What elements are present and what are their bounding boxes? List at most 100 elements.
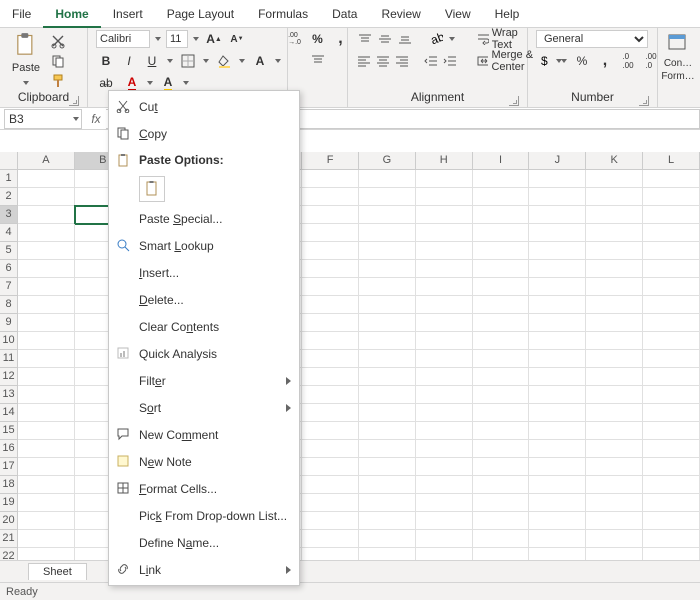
cell-I7[interactable] — [473, 278, 530, 296]
align-middle-btn[interactable] — [376, 30, 393, 48]
insert-function-button[interactable]: fx — [86, 112, 106, 126]
cell-L2[interactable] — [643, 188, 700, 206]
cell-F17[interactable] — [302, 458, 359, 476]
underline-button[interactable]: U — [142, 52, 162, 70]
cell-G5[interactable] — [359, 242, 416, 260]
cell-I17[interactable] — [473, 458, 530, 476]
cell-F5[interactable] — [302, 242, 359, 260]
accounting-format-button[interactable]: .00→.0 — [285, 30, 305, 48]
tab-page-layout[interactable]: Page Layout — [155, 0, 246, 28]
cell-G11[interactable] — [359, 350, 416, 368]
cell-K12[interactable] — [586, 368, 643, 386]
align-center-btn[interactable] — [375, 52, 391, 70]
row-header-19[interactable]: 19 — [0, 494, 18, 512]
cell-J21[interactable] — [529, 530, 586, 548]
name-box[interactable]: B3 — [4, 109, 82, 129]
cell-H1[interactable] — [416, 170, 473, 188]
cell-F14[interactable] — [302, 404, 359, 422]
increase-indent-btn[interactable] — [442, 52, 458, 70]
cell-I5[interactable] — [473, 242, 530, 260]
ctx-format-cells[interactable]: Format Cells... — [109, 475, 299, 502]
cell-H11[interactable] — [416, 350, 473, 368]
fill-color-dropdown[interactable] — [237, 52, 247, 70]
col-header-A[interactable]: A — [18, 152, 75, 170]
cell-I3[interactable] — [473, 206, 530, 224]
cell-K15[interactable] — [586, 422, 643, 440]
ctx-delete[interactable]: Delete... — [109, 286, 299, 313]
font-size-dropdown[interactable] — [191, 30, 201, 48]
cell-K13[interactable] — [586, 386, 643, 404]
ctx-smart-lookup[interactable]: Smart Lookup — [109, 232, 299, 259]
cell-L20[interactable] — [643, 512, 700, 530]
cell-L15[interactable] — [643, 422, 700, 440]
cell-G20[interactable] — [359, 512, 416, 530]
borders-dropdown[interactable] — [201, 52, 211, 70]
cell-A12[interactable] — [18, 368, 75, 386]
cell-A14[interactable] — [18, 404, 75, 422]
fill-color-button[interactable] — [214, 52, 234, 70]
borders-button[interactable] — [178, 52, 198, 70]
currency-dropdown[interactable] — [559, 52, 569, 70]
cell-F6[interactable] — [302, 260, 359, 278]
cell-L8[interactable] — [643, 296, 700, 314]
number-format-select[interactable]: General — [536, 30, 648, 48]
cell-A1[interactable] — [18, 170, 75, 188]
row-header-15[interactable]: 15 — [0, 422, 18, 440]
row-header-4[interactable]: 4 — [0, 224, 18, 242]
ctx-sort[interactable]: Sort — [109, 394, 299, 421]
cell-J11[interactable] — [529, 350, 586, 368]
ctx-new-comment[interactable]: New Comment — [109, 421, 299, 448]
decrease-indent-btn[interactable] — [423, 52, 439, 70]
row-header-21[interactable]: 21 — [0, 530, 18, 548]
cell-K5[interactable] — [586, 242, 643, 260]
cell-G10[interactable] — [359, 332, 416, 350]
align-top-btn[interactable] — [356, 30, 373, 48]
tab-formulas[interactable]: Formulas — [246, 0, 320, 28]
cell-L12[interactable] — [643, 368, 700, 386]
row-header-12[interactable]: 12 — [0, 368, 18, 386]
sheet-tab[interactable]: Sheet — [28, 563, 87, 580]
cell-F8[interactable] — [302, 296, 359, 314]
ctx-define-name[interactable]: Define Name... — [109, 529, 299, 556]
cell-K1[interactable] — [586, 170, 643, 188]
cell-K20[interactable] — [586, 512, 643, 530]
cell-F19[interactable] — [302, 494, 359, 512]
cell-G21[interactable] — [359, 530, 416, 548]
cell-K7[interactable] — [586, 278, 643, 296]
cell-A3[interactable] — [18, 206, 75, 224]
cell-J13[interactable] — [529, 386, 586, 404]
cell-F3[interactable] — [302, 206, 359, 224]
col-header-I[interactable]: I — [473, 152, 530, 170]
cell-L4[interactable] — [643, 224, 700, 242]
cell-L6[interactable] — [643, 260, 700, 278]
comma-style-button[interactable]: , — [595, 52, 615, 70]
row-header-5[interactable]: 5 — [0, 242, 18, 260]
ctx-filter[interactable]: Filter — [109, 367, 299, 394]
cell-G15[interactable] — [359, 422, 416, 440]
cell-I15[interactable] — [473, 422, 530, 440]
cell-L1[interactable] — [643, 170, 700, 188]
cell-J15[interactable] — [529, 422, 586, 440]
cell-J9[interactable] — [529, 314, 586, 332]
copy-button[interactable] — [48, 52, 68, 70]
cell-A13[interactable] — [18, 386, 75, 404]
font-color-dropdown[interactable] — [273, 52, 283, 70]
cell-J19[interactable] — [529, 494, 586, 512]
cell-A21[interactable] — [18, 530, 75, 548]
cut-button[interactable] — [48, 32, 68, 50]
cell-A15[interactable] — [18, 422, 75, 440]
cell-A18[interactable] — [18, 476, 75, 494]
cell-L19[interactable] — [643, 494, 700, 512]
cell-H12[interactable] — [416, 368, 473, 386]
cell-H18[interactable] — [416, 476, 473, 494]
cell-H9[interactable] — [416, 314, 473, 332]
font-color-button[interactable]: A — [250, 52, 270, 70]
cell-I4[interactable] — [473, 224, 530, 242]
italic-button[interactable]: I — [119, 52, 139, 70]
ctx-copy[interactable]: Copy — [109, 120, 299, 147]
cell-K11[interactable] — [586, 350, 643, 368]
row-header-1[interactable]: 1 — [0, 170, 18, 188]
tab-review[interactable]: Review — [369, 0, 432, 28]
cell-A16[interactable] — [18, 440, 75, 458]
cell-L11[interactable] — [643, 350, 700, 368]
